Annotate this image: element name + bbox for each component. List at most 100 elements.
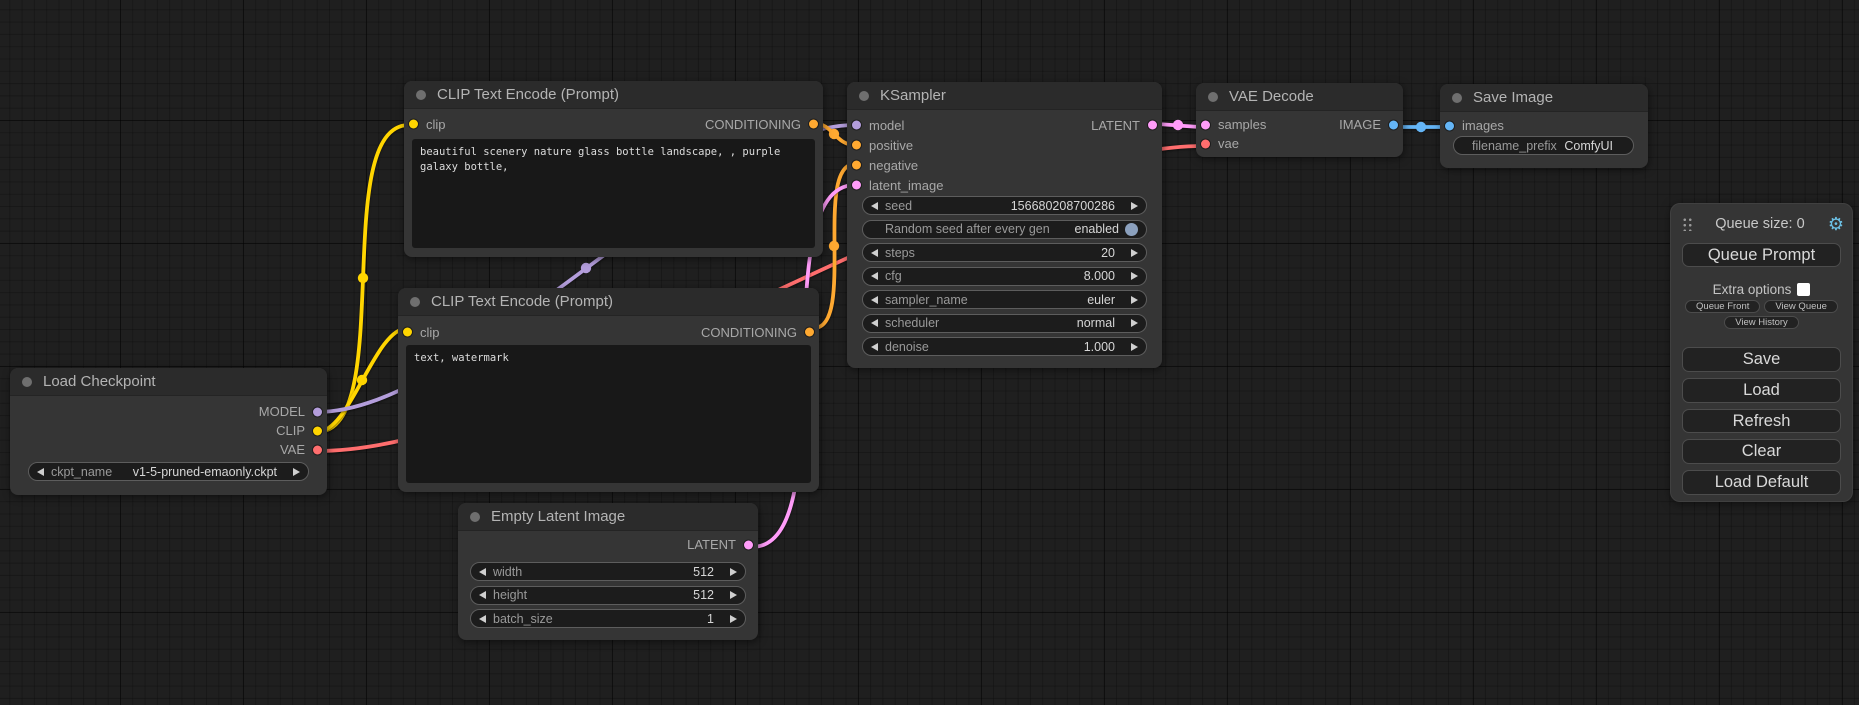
filename-prefix-widget[interactable]: filename_prefix ComfyUI [1453,136,1634,155]
increment-arrow-icon[interactable] [1131,319,1138,327]
queue-size-label: Queue size: 0 [1692,216,1828,232]
positive-prompt-textarea[interactable]: beautiful scenery nature glass bottle la… [412,139,815,248]
input-port-clip[interactable] [403,328,412,337]
increment-arrow-icon[interactable] [293,468,300,476]
node-clip-positive-header[interactable]: CLIP Text Encode (Prompt) [404,81,823,109]
node-empty-latent-header[interactable]: Empty Latent Image [458,503,758,531]
input-label-negative: negative [869,158,918,173]
decrement-arrow-icon[interactable] [871,272,878,280]
increment-arrow-icon[interactable] [1131,343,1138,351]
node-vae-decode-header[interactable]: VAE Decode [1196,83,1403,111]
increment-arrow-icon[interactable] [730,591,737,599]
input-label-images: images [1462,118,1504,133]
node-status-dot [1452,93,1462,103]
widget-label: batch_size [493,612,707,626]
queue-prompt-button[interactable]: Queue Prompt [1682,243,1841,268]
output-label-model: MODEL [259,404,305,419]
decrement-arrow-icon[interactable] [871,343,878,351]
node-graph-canvas[interactable]: Load Checkpoint MODEL CLIP VAE ckpt_name… [0,0,1859,705]
node-save-image-header[interactable]: Save Image [1440,84,1648,112]
batch-size-number-widget[interactable]: batch_size 1 [470,609,746,628]
height-number-widget[interactable]: height 512 [470,586,746,605]
increment-arrow-icon[interactable] [1131,249,1138,257]
widget-value: 1.000 [1084,340,1115,354]
decrement-arrow-icon[interactable] [871,249,878,257]
node-load-checkpoint-header[interactable]: Load Checkpoint [10,368,327,396]
view-queue-button[interactable]: View Queue [1764,300,1838,313]
link-dot [829,241,839,251]
widget-value: enabled [1075,222,1120,236]
decrement-arrow-icon[interactable] [871,319,878,327]
widget-label: denoise [885,340,1084,354]
output-port-latent[interactable] [744,540,753,549]
refresh-button[interactable]: Refresh [1682,409,1841,434]
ckpt-name-combo[interactable]: ckpt_name v1-5-pruned-emaonly.ckpt [28,462,309,481]
node-status-dot [22,377,32,387]
node-load-checkpoint[interactable]: Load Checkpoint MODEL CLIP VAE ckpt_name… [10,368,327,495]
input-port-images[interactable] [1445,121,1454,130]
output-label-latent: LATENT [1091,118,1140,133]
load-default-button[interactable]: Load Default [1682,470,1841,495]
decrement-arrow-icon[interactable] [871,296,878,304]
decrement-arrow-icon[interactable] [479,615,486,623]
node-save-image[interactable]: Save Image images filename_prefix ComfyU… [1440,84,1648,168]
node-clip-text-encode-negative[interactable]: CLIP Text Encode (Prompt) clip CONDITION… [398,288,819,492]
steps-number-widget[interactable]: steps 20 [862,243,1147,262]
node-vae-decode[interactable]: VAE Decode samples IMAGE vae [1196,83,1403,157]
random-seed-toggle-widget[interactable]: Random seed after every gen enabled [862,220,1147,239]
increment-arrow-icon[interactable] [730,568,737,576]
input-label-model: model [869,118,904,133]
node-clip-negative-header[interactable]: CLIP Text Encode (Prompt) [398,288,819,316]
clear-button[interactable]: Clear [1682,439,1841,464]
scheduler-combo[interactable]: scheduler normal [862,314,1147,333]
input-port-clip[interactable] [409,120,418,129]
increment-arrow-icon[interactable] [730,615,737,623]
load-button[interactable]: Load [1682,378,1841,403]
increment-arrow-icon[interactable] [1131,272,1138,280]
node-title: VAE Decode [1229,88,1314,105]
decrement-arrow-icon[interactable] [871,202,878,210]
output-port-latent[interactable] [1148,121,1157,130]
cfg-number-widget[interactable]: cfg 8.000 [862,267,1147,286]
width-number-widget[interactable]: width 512 [470,562,746,581]
negative-prompt-textarea[interactable]: text, watermark [406,345,811,483]
widget-value: 512 [693,565,714,579]
gear-icon[interactable]: ⚙ [1828,215,1844,233]
output-port-model[interactable] [313,407,322,416]
save-button[interactable]: Save [1682,347,1841,372]
increment-arrow-icon[interactable] [1131,296,1138,304]
node-ksampler-header[interactable]: KSampler [847,82,1162,110]
output-port-conditioning[interactable] [805,328,814,337]
output-port-vae[interactable] [313,445,322,454]
input-port-latent-image[interactable] [852,181,861,190]
queue-front-button[interactable]: Queue Front [1685,300,1760,313]
output-port-conditioning[interactable] [809,120,818,129]
input-port-samples[interactable] [1201,120,1210,129]
output-port-image[interactable] [1389,120,1398,129]
input-port-model[interactable] [852,121,861,130]
denoise-number-widget[interactable]: denoise 1.000 [862,337,1147,356]
toggle-dot[interactable] [1125,223,1138,236]
decrement-arrow-icon[interactable] [37,468,44,476]
input-port-vae[interactable] [1201,139,1210,148]
input-port-negative[interactable] [852,161,861,170]
output-port-clip[interactable] [313,426,322,435]
node-ksampler[interactable]: KSampler model LATENT positive negative … [847,82,1162,368]
view-history-button[interactable]: View History [1724,316,1799,329]
widget-label: steps [885,246,1101,260]
link-dot [358,273,368,283]
decrement-arrow-icon[interactable] [479,591,486,599]
drag-handle[interactable] [1681,216,1692,231]
widget-value: ComfyUI [1564,139,1613,153]
node-empty-latent-image[interactable]: Empty Latent Image LATENT width 512 heig… [458,503,758,640]
node-clip-text-encode-positive[interactable]: CLIP Text Encode (Prompt) clip CONDITION… [404,81,823,257]
extra-options-checkbox[interactable] [1797,283,1810,296]
input-port-positive[interactable] [852,141,861,150]
decrement-arrow-icon[interactable] [479,568,486,576]
link-dot [1173,120,1183,130]
seed-number-widget[interactable]: seed 156680208700286 [862,196,1147,215]
sampler-name-combo[interactable]: sampler_name euler [862,290,1147,309]
node-title: KSampler [880,87,946,104]
link-dot [829,129,839,139]
increment-arrow-icon[interactable] [1131,202,1138,210]
